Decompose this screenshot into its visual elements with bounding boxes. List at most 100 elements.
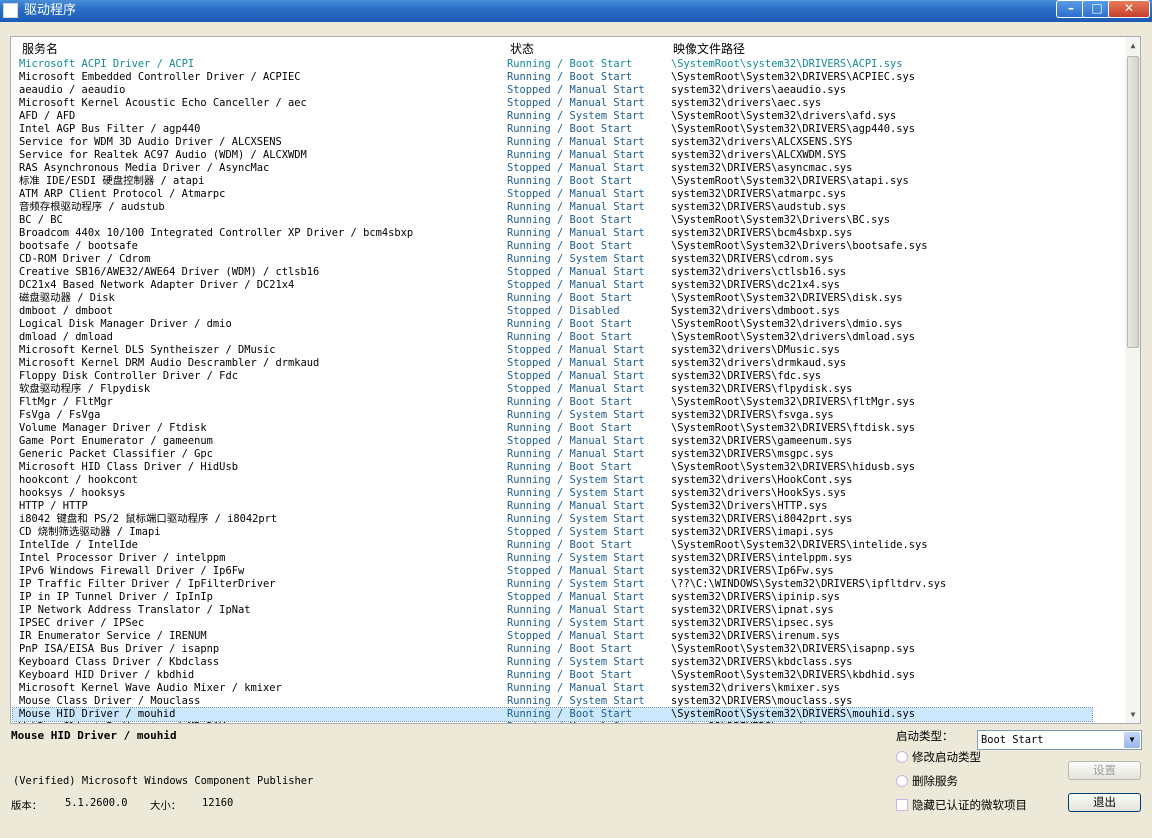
table-row[interactable]: Broadcom 440x 10/100 Integrated Controll… bbox=[13, 227, 1092, 240]
table-row[interactable]: Microsoft Kernel Wave Audio Mixer / kmix… bbox=[13, 682, 1092, 695]
checkbox-icon[interactable] bbox=[896, 799, 908, 811]
table-row[interactable]: IPv6 Windows Firewall Driver / Ip6Fw Stop… bbox=[13, 565, 1092, 578]
table-row[interactable]: Volume Manager Driver / Ftdisk Running / … bbox=[13, 422, 1092, 435]
table-row[interactable]: Keyboard Class Driver / Kbdclass Running … bbox=[13, 656, 1092, 669]
table-row[interactable]: Service for Realtek AC97 Audio (WDM) / A… bbox=[13, 149, 1092, 162]
table-row[interactable]: PnP ISA/EISA Bus Driver / isapnp Running … bbox=[13, 643, 1092, 656]
table-row[interactable]: IPSEC driver / IPSec Running / System Sta… bbox=[13, 617, 1092, 630]
row-status: Running / Boot Start bbox=[507, 71, 633, 83]
table-row[interactable]: Microsoft ACPI Driver / ACPI Running / Bo… bbox=[13, 58, 1092, 71]
scroll-down-arrow-icon[interactable]: ▼ bbox=[1125, 706, 1140, 723]
row-image-path: system32\drivers\kmixer.sys bbox=[671, 682, 840, 694]
column-header-status[interactable]: 状态 bbox=[510, 40, 534, 57]
table-row[interactable]: IP Traffic Filter Driver / IpFilterDrive… bbox=[13, 578, 1092, 591]
table-row[interactable]: i8042 键盘和 PS/2 鼠标端口驱动程序 / i8042prt Runnin… bbox=[13, 513, 1092, 526]
row-service-name: BC / BC bbox=[19, 214, 63, 226]
row-image-path: system32\DRIVERS\msgpc.sys bbox=[671, 448, 834, 460]
table-row[interactable]: ATM ARP Client Protocol / Atmarpc Stopped… bbox=[13, 188, 1092, 201]
column-header-name[interactable]: 服务名 bbox=[22, 40, 58, 57]
table-row[interactable]: Logical Disk Manager Driver / dmio Runnin… bbox=[13, 318, 1092, 331]
row-image-path: system32\DRIVERS\audstub.sys bbox=[671, 201, 847, 213]
scroll-up-arrow-icon[interactable]: ▲ bbox=[1125, 37, 1140, 54]
table-row[interactable]: dmboot / dmboot Stopped / Disabled System3… bbox=[13, 305, 1092, 318]
row-status: Stopped / Manual Start bbox=[507, 591, 645, 603]
row-image-path: system32\DRIVERS\dc21x4.sys bbox=[671, 279, 840, 291]
modify-startup-label: 修改启动类型 bbox=[912, 750, 981, 764]
table-row[interactable]: Floppy Disk Controller Driver / Fdc Stopp… bbox=[13, 370, 1092, 383]
row-service-name: AFD / AFD bbox=[19, 110, 76, 122]
table-row[interactable]: 标准 IDE/ESDI 硬盘控制器 / atapi Running / Boot … bbox=[13, 175, 1092, 188]
exit-button[interactable]: 退出 bbox=[1068, 793, 1141, 812]
table-row[interactable]: Game Port Enumerator / gameenum Stopped /… bbox=[13, 435, 1092, 448]
table-row[interactable]: Generic Packet Classifier / Gpc Running /… bbox=[13, 448, 1092, 461]
row-service-name: FsVga / FsVga bbox=[19, 409, 101, 421]
table-row[interactable]: Microsoft Embedded Controller Driver / A… bbox=[13, 71, 1092, 84]
scroll-thumb[interactable] bbox=[1127, 56, 1139, 348]
table-row[interactable]: CD-ROM Driver / Cdrom Running / System St… bbox=[13, 253, 1092, 266]
row-service-name: IP Network Address Translator / IpNat bbox=[19, 604, 251, 616]
radio-icon[interactable] bbox=[896, 775, 908, 787]
chevron-down-icon[interactable]: ▼ bbox=[1124, 732, 1140, 748]
row-image-path: system32\drivers\DMusic.sys bbox=[671, 344, 840, 356]
row-service-name: WebDav Client Redirector / MRxDAV bbox=[19, 721, 504, 723]
table-row[interactable]: IntelIde / IntelIde Running / Boot Start \… bbox=[13, 539, 1092, 552]
table-row[interactable]: Keyboard HID Driver / kbdhid Running / Bo… bbox=[13, 669, 1092, 682]
table-row[interactable]: Mouse HID Driver / mouhid Running / Boot … bbox=[12, 707, 1093, 722]
table-row[interactable]: FsVga / FsVga Running / System Start syste… bbox=[13, 409, 1092, 422]
row-service-name: Microsoft Kernel Wave Audio Mixer / kmix… bbox=[19, 682, 282, 694]
row-status: Running / Boot Start bbox=[507, 240, 633, 252]
table-row[interactable]: dmload / dmload Running / Boot Start \Syst… bbox=[13, 331, 1092, 344]
table-row[interactable]: 软盘驱动程序 / Flpydisk Stopped / Manual Start s… bbox=[13, 383, 1092, 396]
table-row[interactable]: bootsafe / bootsafe Running / Boot Start \… bbox=[13, 240, 1092, 253]
table-row[interactable]: aeaudio / aeaudio Stopped / Manual Start s… bbox=[13, 84, 1092, 97]
table-row[interactable]: BC / BC Running / Boot Start \SystemRoot\S… bbox=[13, 214, 1092, 227]
table-row[interactable]: IP in IP Tunnel Driver / IpInIp Stopped /… bbox=[13, 591, 1092, 604]
close-button[interactable]: ✕ bbox=[1108, 0, 1150, 18]
row-service-name: 软盘驱动程序 / Flpydisk bbox=[19, 383, 151, 395]
row-image-path: \??\C:\WINDOWS\System32\DRIVERS\ipfltdrv… bbox=[671, 578, 947, 590]
row-service-name: PnP ISA/EISA Bus Driver / isapnp bbox=[19, 643, 220, 655]
column-header-path[interactable]: 映像文件路径 bbox=[673, 40, 745, 57]
row-status: Stopped / Manual Start bbox=[507, 435, 645, 447]
table-row[interactable]: HTTP / HTTP Running / Manual Start System3… bbox=[13, 500, 1092, 513]
row-image-path: \SystemRoot\System32\DRIVERS\hidusb.sys bbox=[671, 461, 915, 473]
table-row[interactable]: hookcont / hookcont Running / System Star… bbox=[13, 474, 1092, 487]
table-row[interactable]: IP Network Address Translator / IpNat Run… bbox=[13, 604, 1092, 617]
table-row[interactable]: hooksys / hooksys Running / System Start s… bbox=[13, 487, 1092, 500]
driver-list[interactable]: 服务名 状态 映像文件路径 Microsoft ACPI Driver / AC… bbox=[10, 36, 1141, 724]
row-service-name: aeaudio / aeaudio bbox=[19, 84, 126, 96]
table-row[interactable]: AFD / AFD Running / System Start \SystemRo… bbox=[13, 110, 1092, 123]
table-row[interactable]: WebDav Client Redirector / MRxDAVRunning… bbox=[13, 721, 1092, 723]
table-row[interactable]: RAS Asynchronous Media Driver / AsyncMac… bbox=[13, 162, 1092, 175]
table-row[interactable]: Intel Processor Driver / intelppm Running… bbox=[13, 552, 1092, 565]
table-row[interactable]: Microsoft Kernel DRM Audio Descrambler /… bbox=[13, 357, 1092, 370]
setup-button[interactable]: 设置 bbox=[1068, 761, 1141, 780]
row-status: Running / Manual Start bbox=[507, 227, 645, 239]
table-row[interactable]: CD 烧制筛选驱动器 / Imapi Stopped / System Start… bbox=[13, 526, 1092, 539]
table-row[interactable]: 音频存根驱动程序 / audstub Running / Manual Start… bbox=[13, 201, 1092, 214]
table-row[interactable]: Microsoft Kernel Acoustic Echo Canceller… bbox=[13, 97, 1092, 110]
table-row[interactable]: Mouse Class Driver / Mouclass Running / S… bbox=[13, 695, 1092, 708]
row-image-path: \SystemRoot\System32\drivers\dmio.sys bbox=[671, 318, 903, 330]
row-service-name: FltMgr / FltMgr bbox=[19, 396, 113, 408]
table-row[interactable]: Creative SB16/AWE32/AWE64 Driver (WDM) /… bbox=[13, 266, 1092, 279]
table-row[interactable]: Microsoft Kernel DLS Syntheiszer / DMusi… bbox=[13, 344, 1092, 357]
row-service-name: Intel Processor Driver / intelppm bbox=[19, 552, 226, 564]
table-row[interactable]: DC21x4 Based Network Adapter Driver / DC… bbox=[13, 279, 1092, 292]
row-image-path: system32\DRIVERS\fsvga.sys bbox=[671, 409, 834, 421]
table-row[interactable]: IR Enumerator Service / IRENUM Stopped / … bbox=[13, 630, 1092, 643]
startup-type-select[interactable]: Boot Start ▼ bbox=[977, 730, 1142, 750]
vertical-scrollbar[interactable]: ▲ ▼ bbox=[1125, 37, 1140, 723]
table-row[interactable]: Intel AGP Bus Filter / agp440 Running / B… bbox=[13, 123, 1092, 136]
row-image-path: \SystemRoot\System32\Drivers\bootsafe.sy… bbox=[671, 240, 928, 252]
row-image-path: \SystemRoot\System32\drivers\dmload.sys bbox=[671, 331, 915, 343]
row-service-name: Intel AGP Bus Filter / agp440 bbox=[19, 123, 201, 135]
row-service-name: DC21x4 Based Network Adapter Driver / DC… bbox=[19, 279, 295, 291]
row-status: Running / Boot Start bbox=[507, 708, 633, 720]
table-row[interactable]: FltMgr / FltMgr Running / Boot Start \Syst… bbox=[13, 396, 1092, 409]
table-row[interactable]: Service for WDM 3D Audio Driver / ALCXSE… bbox=[13, 136, 1092, 149]
table-row[interactable]: Microsoft HID Class Driver / HidUsb Runni… bbox=[13, 461, 1092, 474]
table-row[interactable]: 磁盘驱动器 / Disk Running / Boot Start \SystemR… bbox=[13, 292, 1092, 305]
title-bar: 驱动程序 – □ ✕ bbox=[0, 0, 1152, 22]
radio-icon[interactable] bbox=[896, 751, 908, 763]
